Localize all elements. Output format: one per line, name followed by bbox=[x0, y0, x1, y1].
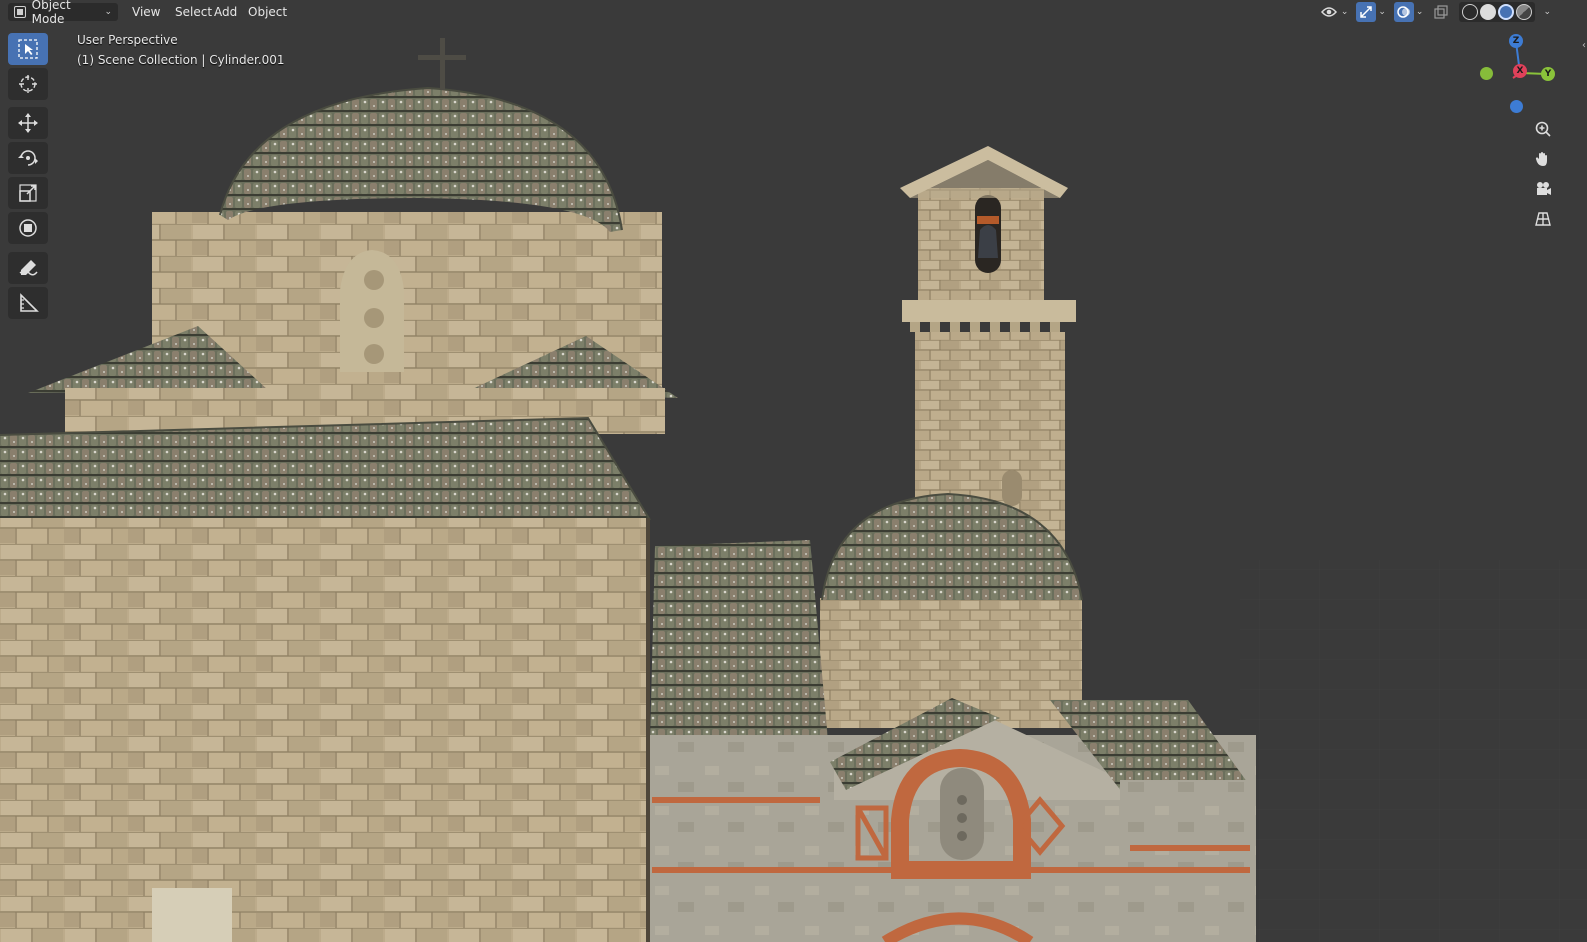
menu-object[interactable]: Object bbox=[242, 3, 293, 21]
scale-icon bbox=[19, 184, 37, 202]
object-mode-label: Object Mode bbox=[31, 0, 71, 26]
axis-neg-y-dot[interactable] bbox=[1480, 67, 1493, 80]
rotate-icon bbox=[18, 150, 38, 166]
rotate-tool[interactable] bbox=[8, 142, 48, 174]
chevron-down-icon[interactable]: ⌄ bbox=[1416, 7, 1424, 17]
measure-tool[interactable] bbox=[8, 287, 48, 319]
move-icon bbox=[18, 113, 38, 133]
overlays-toggle-icon[interactable] bbox=[1393, 2, 1414, 22]
navigation-gizmo[interactable]: Z X Y bbox=[1475, 30, 1570, 120]
view-name-label: User Perspective bbox=[77, 33, 178, 47]
viewport-header: Object Mode ⌄ View Select Add Object ⌄ ⌄… bbox=[0, 0, 1587, 26]
scale-tool[interactable] bbox=[8, 177, 48, 209]
axis-y-dot[interactable]: Y bbox=[1541, 67, 1555, 81]
chevron-down-icon: ⌄ bbox=[104, 7, 112, 17]
transform-tool[interactable] bbox=[8, 212, 48, 244]
transform-icon bbox=[19, 219, 37, 237]
measure-icon bbox=[20, 293, 39, 312]
3d-viewport[interactable]: Object Mode ⌄ View Select Add Object ⌄ ⌄… bbox=[0, 0, 1587, 942]
move-tool[interactable] bbox=[8, 107, 48, 139]
material-preview-shading-icon[interactable] bbox=[1498, 4, 1515, 20]
select-box-icon bbox=[18, 39, 38, 59]
cursor-tool[interactable] bbox=[8, 68, 48, 100]
object-mode-icon bbox=[14, 6, 26, 18]
menu-view[interactable]: View bbox=[126, 3, 166, 21]
camera-icon[interactable] bbox=[1528, 174, 1558, 204]
scene-collection-label: (1) Scene Collection | Cylinder.001 bbox=[77, 53, 285, 67]
chevron-down-icon[interactable]: ⌄ bbox=[1543, 7, 1551, 17]
object-mode-dropdown[interactable]: Object Mode ⌄ bbox=[8, 0, 118, 26]
cursor-icon bbox=[19, 75, 37, 93]
axis-x-dot[interactable]: X bbox=[1513, 64, 1527, 78]
chevron-down-icon[interactable]: ⌄ bbox=[1378, 7, 1386, 17]
visibility-eye-icon[interactable] bbox=[1319, 2, 1339, 22]
sidebar-toggle-arrow-icon[interactable]: ‹ bbox=[1582, 40, 1586, 51]
xray-toggle-icon[interactable] bbox=[1431, 2, 1451, 22]
solid-shading-icon[interactable] bbox=[1480, 4, 1497, 20]
rendered-shading-icon[interactable] bbox=[1516, 4, 1533, 20]
axis-neg-z-dot[interactable] bbox=[1510, 100, 1523, 113]
wireframe-shading-icon[interactable] bbox=[1462, 4, 1479, 20]
header-right-controls: ⌄ ⌄ ⌄ ⌄ bbox=[1319, 2, 1557, 22]
grid-ortho-icon[interactable] bbox=[1528, 204, 1558, 234]
scene-render bbox=[0, 38, 1587, 942]
menu-add[interactable]: Add bbox=[208, 3, 243, 21]
pan-hand-icon[interactable] bbox=[1528, 144, 1558, 174]
axis-z-dot[interactable]: Z bbox=[1509, 34, 1523, 48]
annotate-tool[interactable] bbox=[8, 252, 48, 284]
shading-mode-group bbox=[1459, 2, 1536, 22]
zoom-icon[interactable] bbox=[1528, 114, 1558, 144]
select-box-tool[interactable] bbox=[8, 33, 48, 65]
chevron-down-icon[interactable]: ⌄ bbox=[1341, 7, 1349, 17]
gizmo-toggle-icon[interactable] bbox=[1356, 2, 1377, 22]
annotate-icon bbox=[19, 260, 38, 276]
